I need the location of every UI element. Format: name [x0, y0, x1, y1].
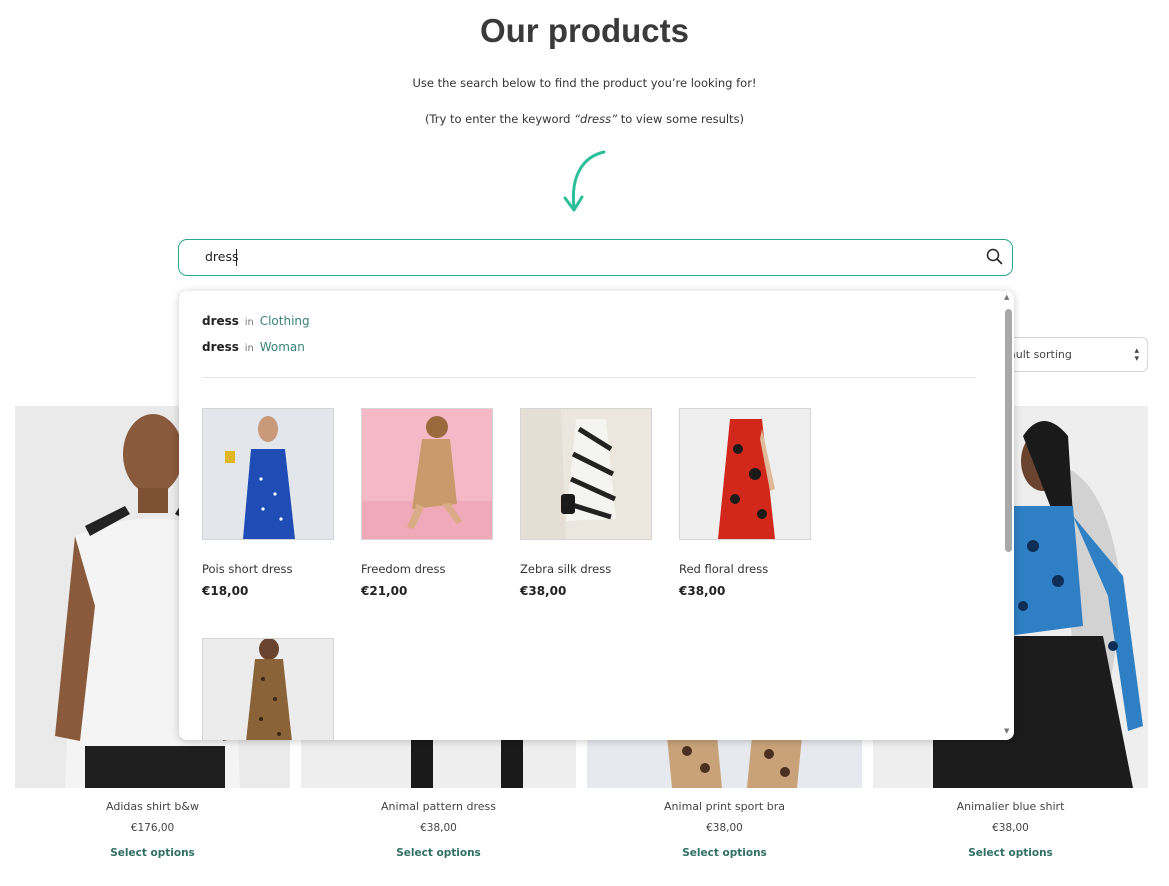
result-thumbnail[interactable] [679, 408, 811, 540]
result-thumbnail[interactable] [202, 638, 334, 740]
result-item[interactable]: Pois short dress €18,00 [202, 408, 337, 598]
divider [202, 377, 976, 378]
product-price: €38,00 [992, 822, 1029, 834]
result-thumbnail[interactable] [361, 408, 493, 540]
scroll-down-arrow-icon[interactable]: ▼ [1004, 728, 1009, 735]
hint-prefix: (Try to enter the keyword [424, 112, 575, 126]
text-caret [236, 249, 237, 266]
suggestion-item[interactable]: dress in Woman [202, 340, 305, 354]
hint-text: (Try to enter the keyword “dress” to vie… [0, 112, 1169, 126]
search-results-dropdown: dress in Clothing dress in Woman Pois sh… [179, 291, 1014, 740]
product-name[interactable]: Animal print sport bra [587, 800, 862, 813]
scrollbar[interactable]: ▲ ▼ [1002, 291, 1014, 740]
suggestion-category: Clothing [259, 314, 310, 328]
select-options-button[interactable]: Select options [301, 847, 576, 859]
suggestion-in: in [244, 317, 254, 328]
scroll-up-arrow-icon[interactable]: ▲ [1004, 294, 1009, 301]
search-icon[interactable] [986, 248, 1003, 269]
search-box[interactable] [178, 239, 1013, 276]
result-item[interactable]: Freedom dress €21,00 [361, 408, 496, 598]
product-name[interactable]: Adidas shirt b&w [15, 800, 290, 813]
result-name: Freedom dress [361, 562, 446, 576]
result-item[interactable] [202, 638, 337, 740]
hint-suffix: to view some results) [617, 112, 745, 126]
suggestion-term: dress [202, 314, 239, 328]
intro-text: Use the search below to find the product… [412, 76, 757, 90]
result-item[interactable]: Zebra silk dress €38,00 [520, 408, 655, 598]
result-thumbnail[interactable] [202, 408, 334, 540]
result-price: €21,00 [361, 584, 408, 598]
suggestion-term: dress [202, 340, 239, 354]
sort-select[interactable]: ault sorting ▴ ▾ [998, 337, 1148, 372]
suggestion-category: Woman [259, 340, 305, 354]
hint-keyword: “dress” [574, 112, 618, 126]
select-options-button[interactable]: Select options [15, 847, 290, 859]
product-name[interactable]: Animalier blue shirt [873, 800, 1148, 813]
page-title: Our products [479, 12, 689, 49]
select-options-button[interactable]: Select options [873, 847, 1148, 859]
suggestion-item[interactable]: dress in Clothing [202, 314, 310, 328]
result-name: Red floral dress [679, 562, 769, 576]
result-name: Zebra silk dress [520, 562, 612, 576]
product-price: €38,00 [420, 822, 457, 834]
product-price: €38,00 [706, 822, 743, 834]
result-item[interactable]: Red floral dress €38,00 [679, 408, 814, 598]
search-input[interactable] [205, 249, 905, 264]
result-price: €38,00 [520, 584, 567, 598]
sort-select-value: ault sorting [1009, 348, 1072, 361]
result-price: €18,00 [202, 584, 249, 598]
suggestion-in: in [244, 343, 254, 354]
product-price: €176,00 [130, 822, 175, 834]
curved-arrow-icon [563, 150, 606, 212]
chevron-updown-icon: ▴ ▾ [1134, 346, 1139, 364]
scrollbar-thumb[interactable] [1005, 309, 1012, 552]
product-name[interactable]: Animal pattern dress [301, 800, 576, 813]
result-thumbnail[interactable] [520, 408, 652, 540]
result-price: €38,00 [679, 584, 726, 598]
result-name: Pois short dress [202, 562, 293, 576]
select-options-button[interactable]: Select options [587, 847, 862, 859]
